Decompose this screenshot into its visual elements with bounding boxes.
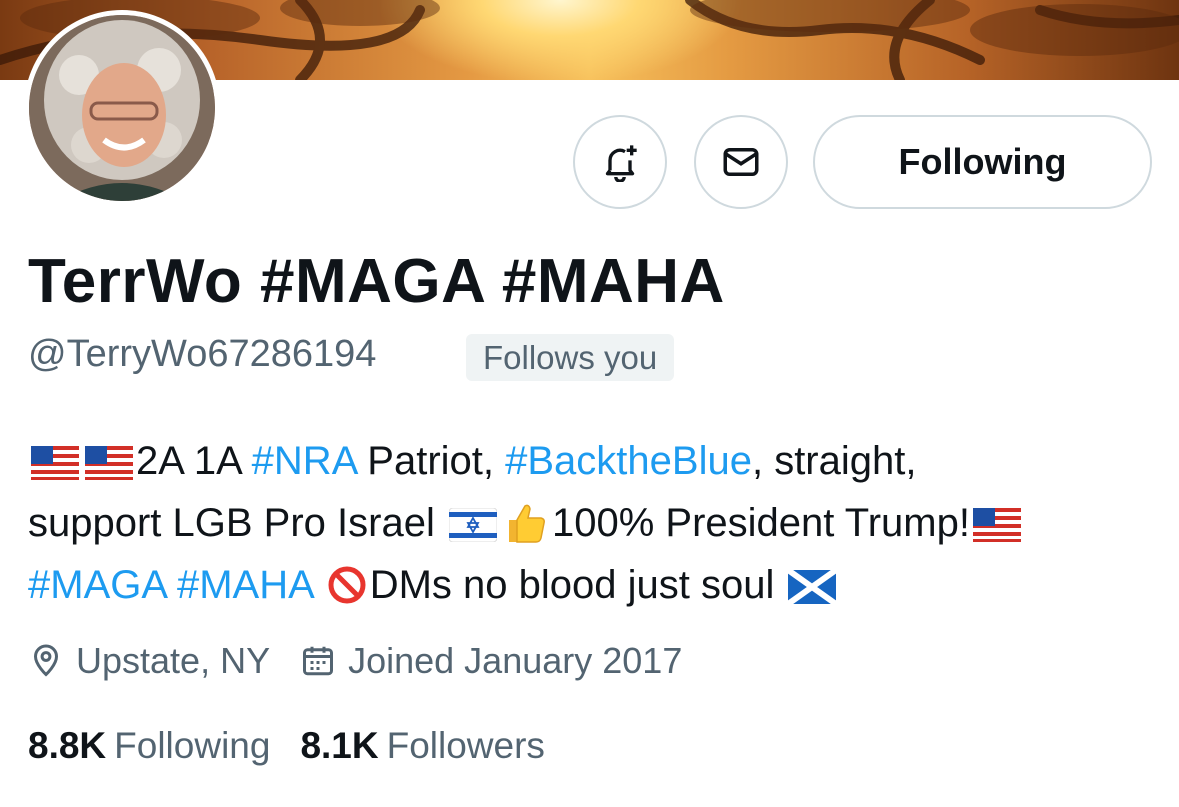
- us-flag-icon: [31, 446, 79, 480]
- following-stat-link[interactable]: 8.8K Following: [28, 725, 270, 767]
- bio-line-2: support LGB Pro Israel 100% President Tr…: [28, 492, 1158, 554]
- location-text: Upstate, NY: [76, 640, 271, 681]
- calendar-icon: [303, 646, 334, 676]
- profile-avatar[interactable]: [24, 10, 220, 206]
- envelope-icon: [723, 148, 759, 176]
- followers-count: 8.1K: [300, 725, 379, 766]
- bio-text: 100% President Trump!: [551, 501, 970, 545]
- bio-text: 2A 1A: [136, 439, 252, 483]
- hashtag-link[interactable]: #BacktheBlue: [505, 439, 752, 483]
- bio-text: support LGB Pro Israel: [28, 501, 446, 545]
- following-count: 8.8K: [28, 725, 107, 766]
- hashtag-link[interactable]: #MAHA: [177, 563, 313, 607]
- message-button[interactable]: [694, 115, 788, 209]
- hashtag-link[interactable]: #MAGA: [28, 563, 166, 607]
- following-label: Following: [114, 725, 271, 766]
- profile-meta: Upstate, NY Joined January 2017: [28, 638, 712, 684]
- thumbs-up-icon: [508, 504, 545, 543]
- bio-text: DMs no blood just soul: [369, 563, 786, 607]
- notifications-button[interactable]: [573, 115, 667, 209]
- bio-line-3: #MAGA #MAHA DMs no blood just soul: [28, 554, 1158, 616]
- followers-label: Followers: [386, 725, 545, 766]
- scotland-flag-icon: [788, 570, 837, 604]
- profile-page: Following TerrWo #MAGA #MAHA @TerryWo672…: [0, 0, 1179, 807]
- user-handle: @TerryWo67286194: [28, 333, 377, 375]
- location: Upstate, NY: [28, 640, 270, 682]
- avatar-photo: [29, 15, 215, 201]
- profile-bio: 2A 1A #NRA Patriot, #BacktheBlue, straig…: [28, 430, 1158, 616]
- bio-line-1: 2A 1A #NRA Patriot, #BacktheBlue, straig…: [28, 430, 1158, 492]
- join-date: Joined January 2017: [300, 640, 682, 682]
- location-pin-icon: [33, 644, 59, 677]
- us-flag-icon: [972, 508, 1021, 542]
- prohibited-icon: [328, 566, 366, 604]
- bell-plus-icon: [605, 145, 637, 182]
- following-button[interactable]: Following: [813, 115, 1152, 209]
- display-name: TerrWo #MAGA #MAHA: [28, 247, 725, 316]
- follows-you-badge: Follows you: [466, 334, 675, 381]
- bio-text: , straight,: [751, 439, 917, 483]
- follow-stats: 8.8K Following 8.1K Followers: [28, 722, 575, 770]
- followers-stat-link[interactable]: 8.1K Followers: [300, 725, 544, 767]
- us-flag-icon: [85, 446, 133, 480]
- bio-text: Patriot,: [356, 439, 506, 483]
- join-date-text: Joined January 2017: [348, 640, 683, 681]
- hashtag-link[interactable]: #NRA: [252, 439, 357, 483]
- israel-flag-icon: [448, 508, 497, 542]
